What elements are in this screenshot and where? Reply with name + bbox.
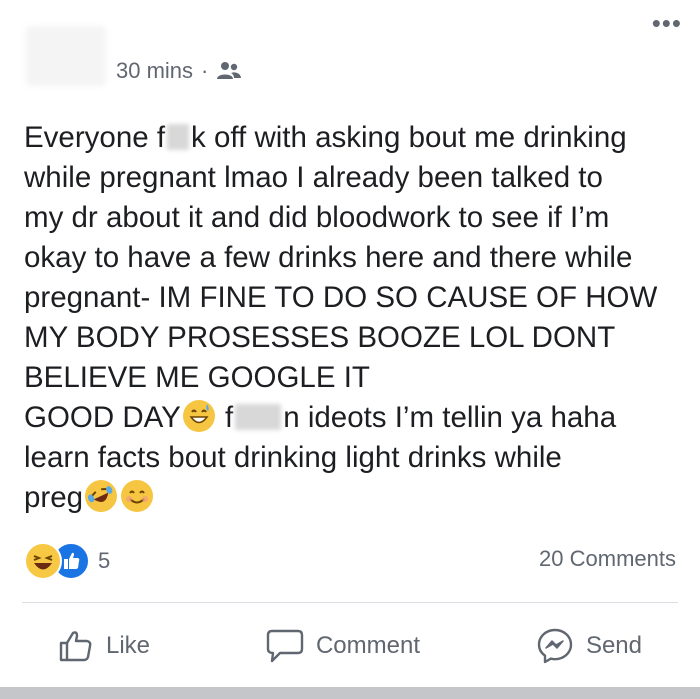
censor-blur (235, 404, 282, 430)
smiling-emoji-icon (121, 480, 154, 512)
post-actions: Like Comment Send (0, 618, 700, 674)
post-card: ••• 30 mins · Everyone f k off with askin… (0, 0, 700, 699)
rolling-laughing-emoji-icon (79, 474, 123, 518)
haha-reaction-icon (24, 542, 62, 580)
grinning-sweat-emoji-icon (182, 400, 215, 432)
post-text-line: GOOD DAY (24, 401, 181, 434)
like-label: Like (105, 632, 150, 659)
like-button[interactable]: Like (58, 629, 150, 663)
censor-blur (167, 124, 190, 150)
thumbs-up-icon (59, 631, 92, 662)
reaction-count: 5 (98, 548, 111, 573)
post-text-line: pregnant- IM FINE TO DO SO CAUSE OF HOW (24, 281, 658, 314)
comment-label: Comment (315, 632, 420, 659)
friends-icon[interactable] (216, 60, 242, 82)
post-text-line: BELIEVE ME GOOGLE IT (24, 361, 370, 394)
send-button[interactable]: Send (536, 627, 642, 665)
post-text-line: while pregnant lmao I already been talke… (24, 161, 603, 194)
comment-button[interactable]: Comment (266, 628, 420, 664)
post-text-line: MY BODY PROSESSES BOOZE LOL DONT (24, 321, 616, 354)
post-meta: 30 mins · (116, 58, 242, 84)
comment-icon (266, 629, 304, 663)
post-text-line: f (216, 401, 234, 434)
post-text-line: k off with asking bout me drinking (191, 121, 627, 154)
author-avatar[interactable] (26, 26, 106, 86)
comments-count-link[interactable]: 20 Comments (539, 546, 676, 572)
divider (22, 602, 678, 603)
post-timestamp[interactable]: 30 mins (116, 58, 193, 84)
post-text-line: okay to have a few drinks here and there… (24, 241, 633, 274)
post-text-line: my dr about it and did bloodwork to see … (24, 201, 610, 234)
post-text-line: preg (24, 481, 84, 514)
post-text-line: learn facts bout drinking light drinks w… (24, 441, 562, 474)
send-label: Send (585, 632, 642, 659)
feed-separator (0, 687, 700, 699)
post-body: Everyone f k off with asking bout me drin… (24, 118, 684, 518)
post-text-line: n ideots I’m tellin ya haha (283, 401, 617, 434)
more-options-icon[interactable]: ••• (652, 10, 682, 36)
post-text-line: Everyone f (24, 121, 166, 154)
meta-separator: · (201, 58, 209, 83)
reaction-summary[interactable]: 5 (24, 542, 110, 580)
messenger-icon (537, 628, 573, 664)
